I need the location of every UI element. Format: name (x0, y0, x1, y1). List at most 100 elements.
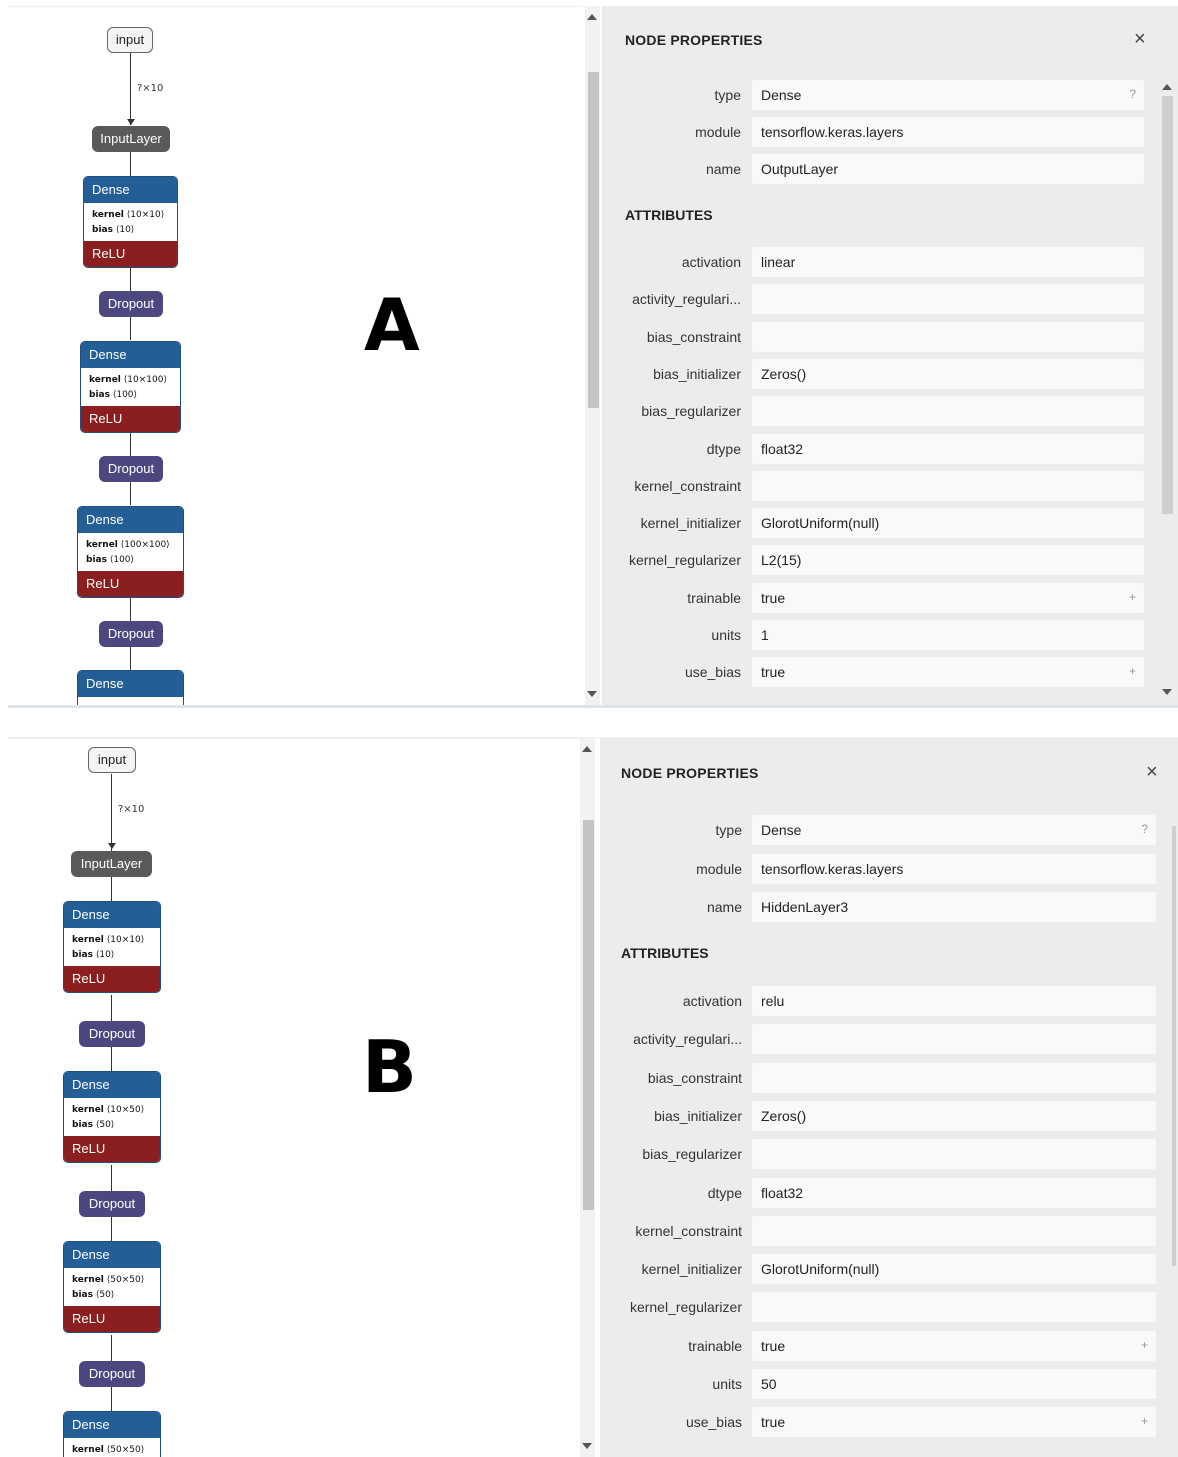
property-label: use_bias (684, 664, 741, 681)
properties-title: NODE PROPERTIES (621, 765, 759, 781)
expand-icon[interactable]: + (1141, 1331, 1148, 1359)
property-value-field[interactable]: Dense? (752, 80, 1144, 110)
property-value-field[interactable] (752, 1292, 1156, 1323)
property-value-field[interactable]: GlorotUniform(null) (752, 508, 1144, 539)
dense-node-3[interactable]: Dense kernel ⟨100×100⟩ bias ⟨100⟩ ReLU (77, 506, 184, 598)
bias-label: bias (89, 390, 110, 400)
property-value-field[interactable] (752, 470, 1144, 501)
close-icon[interactable]: × (1146, 762, 1158, 782)
property-row-units: units 1 (602, 620, 1144, 650)
dropout-node[interactable]: Dropout (79, 1361, 145, 1387)
property-value-field[interactable]: 50 (752, 1369, 1156, 1399)
property-label: bias_regularizer (641, 403, 741, 420)
dense-node-2[interactable]: Dense kernel ⟨10×100⟩ bias ⟨100⟩ ReLU (80, 341, 181, 433)
scroll-down-icon[interactable] (1162, 689, 1172, 695)
dropout-node[interactable]: Dropout (99, 621, 163, 647)
dense-node-3[interactable]: Dense kernel ⟨50×50⟩ bias ⟨50⟩ ReLU (63, 1241, 161, 1333)
property-value-field[interactable]: 1 (752, 620, 1144, 650)
properties-scrollbar[interactable] (1159, 80, 1174, 700)
scroll-thumb[interactable] (588, 72, 599, 408)
property-value-field[interactable]: tensorflow.keras.layers (752, 853, 1156, 884)
property-value-field[interactable] (752, 1024, 1156, 1055)
model-graph[interactable]: ?×10 input InputLayer Dense kernel ⟨10×1… (8, 6, 583, 706)
dense-node-1[interactable]: Dense kernel ⟨10×10⟩ bias ⟨10⟩ ReLU (63, 901, 161, 993)
property-value-field[interactable]: true + (752, 582, 1144, 613)
bias-shape: ⟨100⟩ (112, 390, 138, 400)
dropout-node[interactable]: Dropout (79, 1021, 145, 1047)
property-value-field[interactable] (752, 284, 1144, 315)
property-label: module (696, 860, 742, 877)
input-node[interactable]: input (88, 747, 136, 773)
scroll-thumb[interactable] (1172, 826, 1176, 1266)
property-row-kernel-constraint: kernel_constraint (600, 1215, 1156, 1246)
property-label: units (711, 627, 741, 643)
property-row-trainable: trainable true + (600, 1330, 1156, 1361)
property-row-dtype: dtype float32 (600, 1177, 1156, 1208)
dense-params: kernel ⟨100×100⟩ bias ⟨100⟩ (78, 533, 183, 571)
property-value-field[interactable]: true + (752, 1330, 1156, 1361)
property-value-field[interactable]: GlorotUniform(null) (752, 1254, 1156, 1285)
property-value-field[interactable]: L2(15) (752, 545, 1144, 576)
expand-icon[interactable]: + (1141, 1407, 1148, 1435)
graph-scrollbar[interactable] (580, 738, 595, 1457)
scroll-up-icon[interactable] (582, 746, 592, 752)
input-layer-node[interactable]: InputLayer (71, 851, 152, 877)
property-value-field[interactable]: true + (752, 1407, 1156, 1438)
graph-edge (111, 1046, 113, 1072)
graph-scrollbar[interactable] (585, 6, 600, 706)
property-value-field[interactable]: linear (752, 247, 1144, 277)
model-graph[interactable]: ?×10 input InputLayer Dense kernel ⟨10×1… (8, 738, 583, 1457)
dropout-node[interactable]: Dropout (99, 291, 163, 317)
graph-edge (111, 1216, 113, 1242)
scroll-down-icon[interactable] (587, 691, 597, 697)
property-value-field[interactable] (752, 1215, 1156, 1246)
dropout-node[interactable]: Dropout (79, 1191, 145, 1217)
dense-params: kernel ⟨10×10⟩ bias ⟨10⟩ (64, 928, 160, 966)
property-value-field[interactable]: OutputLayer (752, 154, 1144, 184)
kernel-shape: ⟨10×10⟩ (106, 935, 145, 945)
property-value-field[interactable]: HiddenLayer3 (752, 892, 1156, 922)
dense-node-4[interactable]: Dense kernel ⟨50×50⟩ (63, 1411, 161, 1457)
help-icon[interactable]: ? (1129, 80, 1136, 108)
property-value-field[interactable] (752, 396, 1144, 427)
property-value-field[interactable] (752, 1139, 1156, 1170)
dropout-node[interactable]: Dropout (99, 456, 163, 482)
arrow-icon (127, 119, 135, 125)
kernel-shape: ⟨100×100⟩ (120, 540, 170, 550)
scroll-up-icon[interactable] (587, 14, 597, 20)
property-value: HiddenLayer3 (761, 899, 849, 915)
scroll-thumb[interactable] (1162, 96, 1173, 514)
activation-label: ReLU (64, 1136, 160, 1162)
property-value-field[interactable]: Zeros() (752, 1100, 1156, 1131)
edge-shape-label: ?×10 (118, 804, 145, 815)
kernel-label: kernel (89, 375, 121, 385)
property-value-field[interactable]: Dense? (752, 815, 1156, 845)
expand-icon[interactable]: + (1129, 583, 1136, 611)
expand-icon[interactable]: + (1129, 657, 1136, 685)
property-value-field[interactable] (752, 321, 1144, 352)
dense-title: Dense (64, 1242, 160, 1268)
close-icon[interactable]: × (1134, 29, 1146, 49)
property-value: true (761, 589, 786, 606)
scroll-down-icon[interactable] (582, 1443, 592, 1449)
help-icon[interactable]: ? (1141, 815, 1148, 843)
dense-node-2[interactable]: Dense kernel ⟨10×50⟩ bias ⟨50⟩ ReLU (63, 1071, 161, 1163)
property-value-field[interactable]: relu (752, 986, 1156, 1016)
property-value-field[interactable] (752, 1062, 1156, 1093)
property-value-field[interactable]: float32 (752, 433, 1144, 464)
properties-scrollbar[interactable] (1168, 826, 1178, 1456)
property-row-name: name HiddenLayer3 (600, 892, 1156, 922)
dense-title: Dense (78, 671, 183, 697)
property-value-field[interactable]: Zeros() (752, 358, 1144, 389)
scroll-thumb[interactable] (583, 820, 594, 1210)
property-value-field[interactable]: true + (752, 657, 1144, 688)
property-value-field[interactable]: float32 (752, 1177, 1156, 1208)
dense-node-1[interactable]: Dense kernel ⟨10×10⟩ bias ⟨10⟩ ReLU (83, 176, 178, 268)
property-value-field[interactable]: tensorflow.keras.layers (752, 117, 1144, 147)
input-layer-node[interactable]: InputLayer (92, 126, 170, 152)
input-node[interactable]: input (107, 27, 153, 53)
property-label: kernel_regularizer (629, 1299, 742, 1316)
scroll-up-icon[interactable] (1162, 84, 1172, 90)
property-row-activation: activation linear (602, 247, 1144, 277)
dense-node-4[interactable]: Dense (77, 670, 184, 706)
